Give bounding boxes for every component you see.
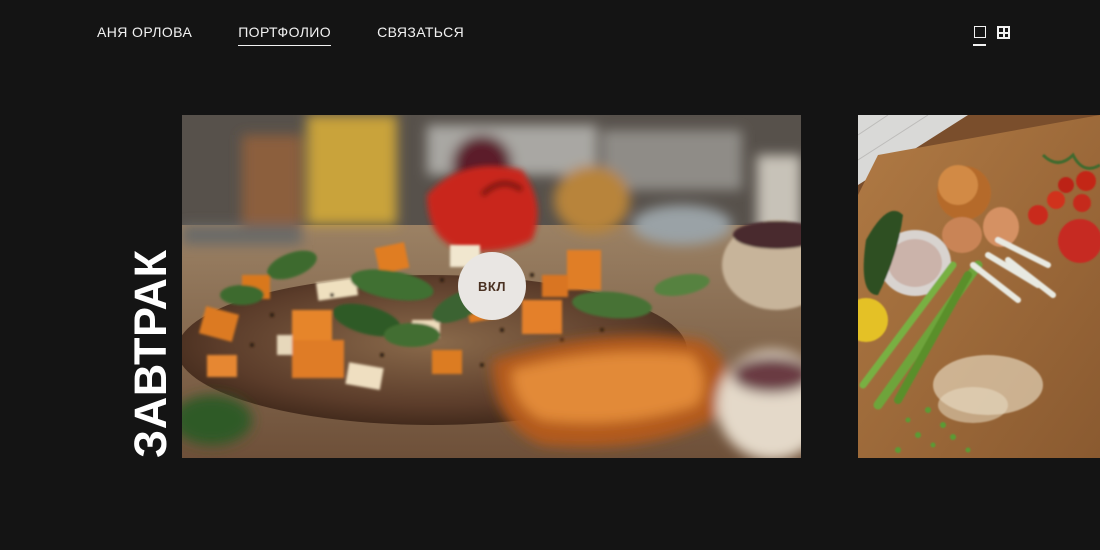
single-view-icon[interactable]: [973, 24, 987, 46]
view-toggle: [973, 24, 1010, 46]
nav-link-portfolio[interactable]: ПОРТФОЛИО: [238, 22, 332, 46]
top-nav: АНЯ ОРЛОВА ПОРТФОЛИО СВЯЗАТЬСЯ: [97, 22, 464, 46]
photo-side-illustration: [858, 115, 1100, 458]
nav-link-contact[interactable]: СВЯЗАТЬСЯ: [377, 22, 464, 46]
toggle-label: ВКЛ: [478, 278, 506, 294]
category-title: ЗАВТРАК: [125, 249, 176, 458]
active-view-underline: [973, 44, 986, 46]
grid-view-icon[interactable]: [996, 24, 1010, 46]
nav-link-name[interactable]: АНЯ ОРЛОВА: [97, 22, 192, 46]
toggle-on-button[interactable]: ВКЛ: [458, 252, 526, 320]
gallery-photo-next[interactable]: [858, 115, 1100, 458]
